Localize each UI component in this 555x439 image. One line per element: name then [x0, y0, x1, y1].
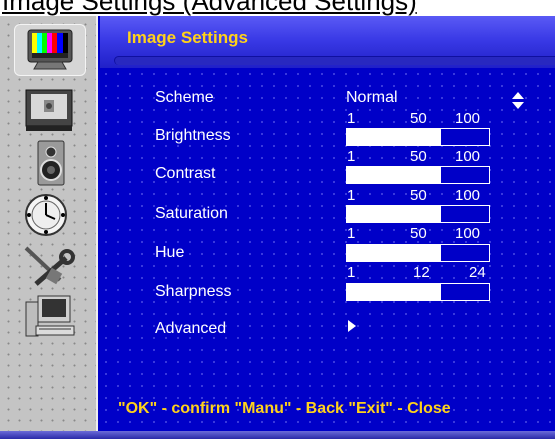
scale-max: 100 — [455, 187, 481, 204]
hue-slider[interactable] — [346, 244, 490, 262]
scale-min: 1 — [347, 264, 356, 281]
brightness-slider[interactable] — [346, 128, 490, 146]
bottom-strip — [0, 431, 555, 439]
saturation-label[interactable]: Saturation — [155, 205, 228, 223]
saturation-fill — [347, 206, 441, 222]
footer-hint: "OK" - confirm "Manu" - Back "Exit" - Cl… — [118, 400, 451, 417]
scheme-value[interactable]: Normal — [346, 89, 398, 107]
scale-mid: 50 — [410, 225, 427, 242]
menu-header: Image Settings — [100, 16, 555, 68]
brightness-label[interactable]: Brightness — [155, 127, 231, 145]
brightness-scale: 1 50 100 — [347, 110, 492, 127]
contrast-fill — [347, 167, 441, 183]
saturation-scale: 1 50 100 — [347, 187, 492, 204]
scale-mid: 50 — [410, 148, 427, 165]
clock-icon[interactable] — [20, 192, 78, 238]
header-rail — [114, 56, 555, 65]
menu-title: Image Settings — [127, 28, 248, 47]
scale-min: 1 — [347, 225, 356, 242]
scale-min: 1 — [347, 110, 356, 127]
page-heading: Image Settings (Advanced Settings) — [0, 0, 555, 16]
up-down-arrow-icon[interactable] — [512, 92, 524, 110]
sidebar — [0, 16, 98, 439]
saturation-slider[interactable] — [346, 205, 490, 223]
contrast-scale: 1 50 100 — [347, 148, 492, 165]
sharpness-fill — [347, 284, 441, 300]
advanced-label[interactable]: Advanced — [155, 320, 226, 338]
sharpness-scale: 1 12 24 — [347, 264, 492, 281]
scale-mid: 50 — [410, 110, 427, 127]
right-arrow-icon[interactable] — [348, 320, 356, 332]
page-heading-text: Image Settings (Advanced Settings) — [2, 0, 417, 16]
scale-max: 24 — [469, 264, 486, 281]
computer-icon[interactable] — [20, 294, 78, 340]
scale-max: 100 — [455, 110, 481, 127]
scale-mid: 50 — [410, 187, 427, 204]
screen-display-icon[interactable] — [20, 88, 78, 134]
brightness-fill — [347, 129, 441, 145]
hue-label[interactable]: Hue — [155, 244, 184, 262]
hue-scale: 1 50 100 — [347, 225, 492, 242]
wrench-tools-icon[interactable] — [20, 244, 78, 290]
scheme-label[interactable]: Scheme — [155, 89, 214, 107]
hue-fill — [347, 245, 441, 261]
contrast-label[interactable]: Contrast — [155, 165, 215, 183]
color-bars-monitor-icon[interactable] — [14, 24, 86, 76]
speaker-icon[interactable] — [20, 140, 78, 186]
sharpness-slider[interactable] — [346, 283, 490, 301]
scale-max: 100 — [455, 148, 481, 165]
scale-min: 1 — [347, 187, 356, 204]
sharpness-label[interactable]: Sharpness — [155, 283, 232, 301]
contrast-slider[interactable] — [346, 166, 490, 184]
scale-min: 1 — [347, 148, 356, 165]
scale-mid: 12 — [413, 264, 430, 281]
scale-max: 100 — [455, 225, 481, 242]
